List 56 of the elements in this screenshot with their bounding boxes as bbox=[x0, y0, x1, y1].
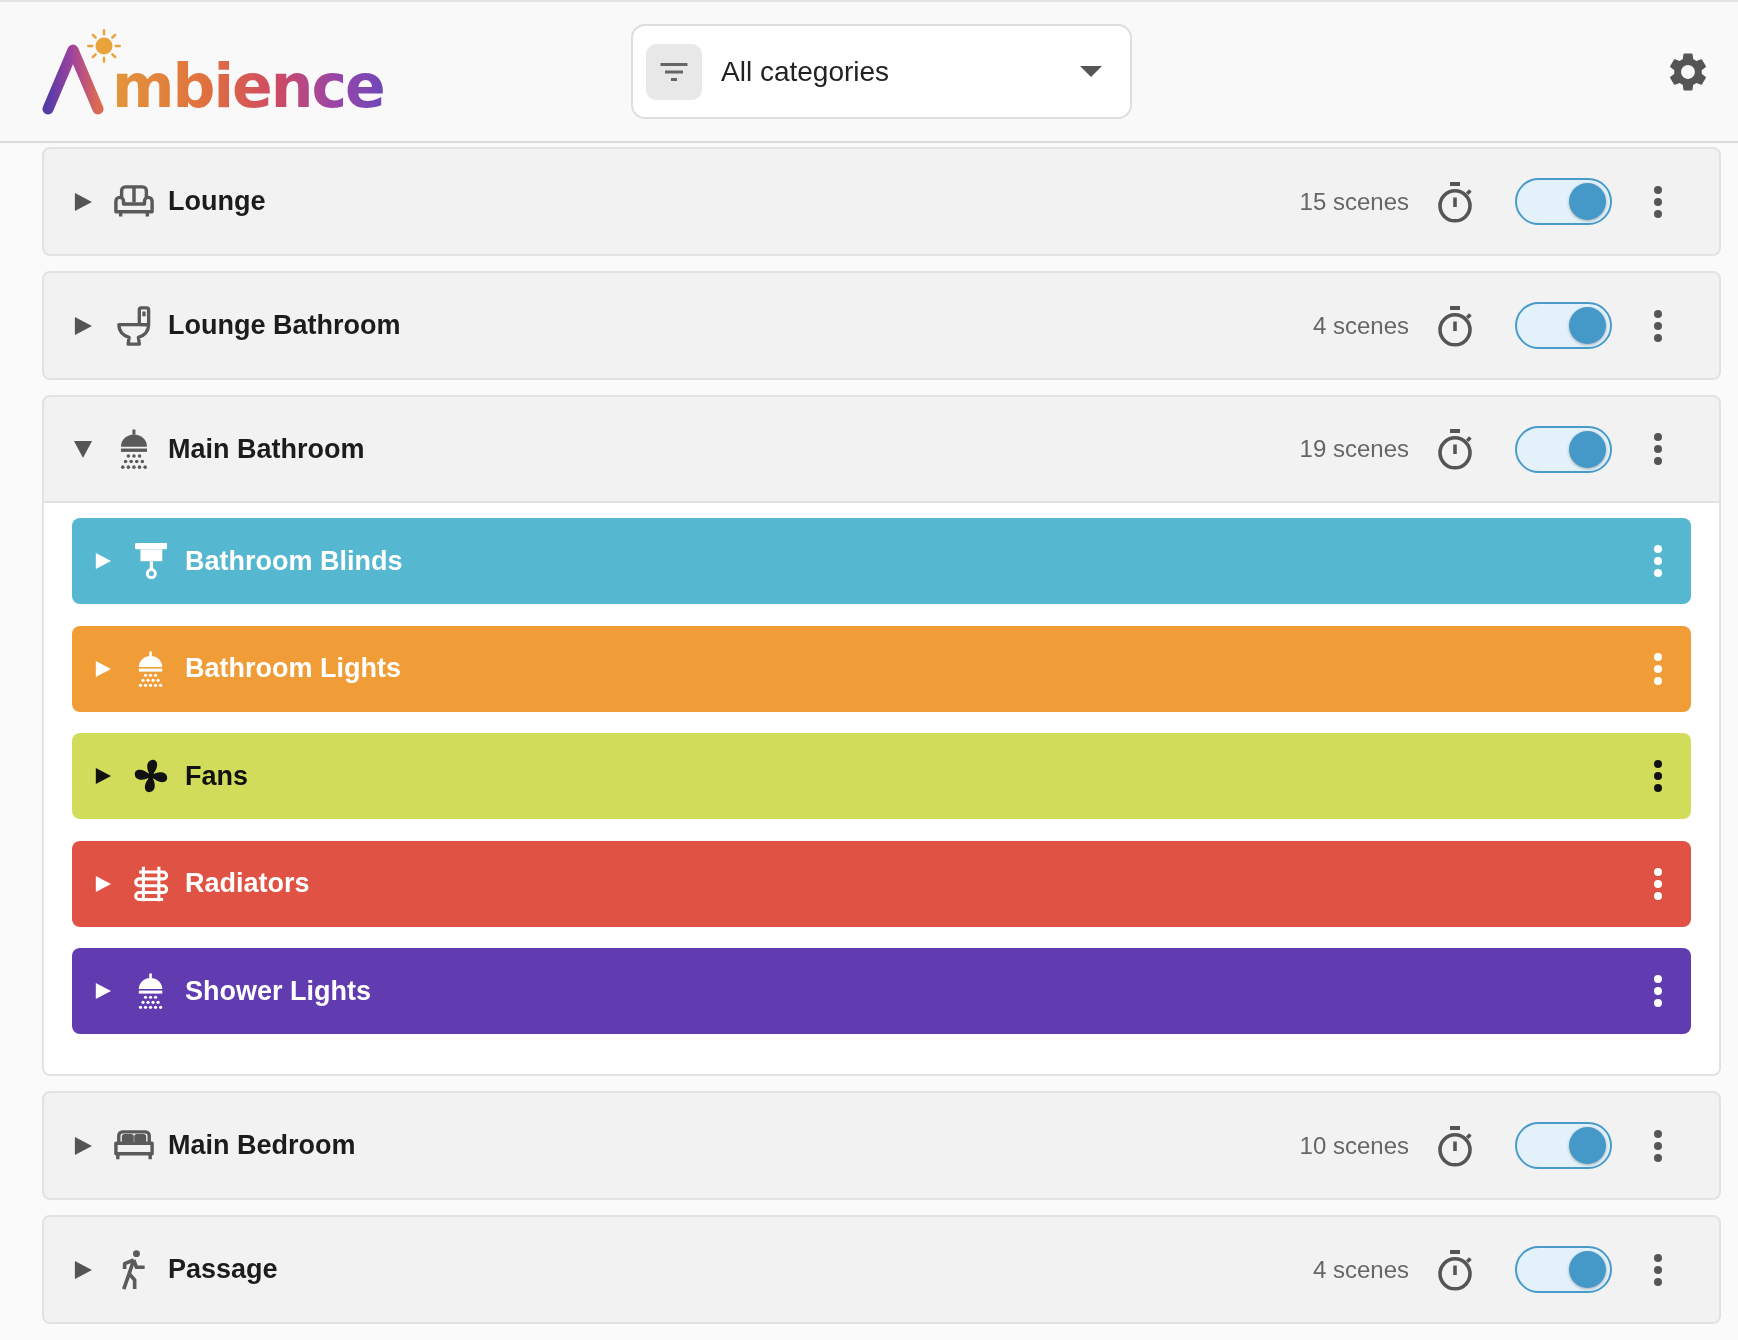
shower-icon bbox=[138, 973, 164, 1009]
caret-icon[interactable] bbox=[74, 1136, 92, 1155]
group-name: Radiators bbox=[185, 868, 310, 899]
bed-icon bbox=[114, 1130, 154, 1161]
more-options-icon[interactable] bbox=[1653, 974, 1663, 1008]
more-options-icon[interactable] bbox=[1653, 184, 1663, 219]
power-switch[interactable] bbox=[1515, 178, 1612, 225]
room-name: Main Bathroom bbox=[168, 433, 365, 465]
timer-icon[interactable] bbox=[1438, 304, 1474, 347]
filter-icon bbox=[646, 43, 702, 100]
room-name: Lounge bbox=[168, 186, 266, 217]
more-options-icon[interactable] bbox=[1653, 432, 1663, 466]
radiator-icon bbox=[133, 865, 169, 902]
room-name: Lounge Bathroom bbox=[168, 310, 401, 341]
more-options-icon[interactable] bbox=[1653, 1252, 1663, 1287]
sofa-icon bbox=[114, 184, 154, 219]
more-options-icon[interactable] bbox=[1653, 759, 1663, 793]
category-filter-dropdown[interactable]: All categories bbox=[631, 24, 1132, 119]
power-switch[interactable] bbox=[1515, 1246, 1612, 1293]
caret-icon[interactable] bbox=[95, 983, 111, 999]
fan-icon bbox=[133, 758, 169, 794]
scene-count: 19 scenes bbox=[1299, 435, 1409, 463]
room-name: Passage bbox=[168, 1254, 278, 1285]
room-name: Main Bedroom bbox=[168, 1130, 356, 1161]
scene-count: 4 scenes bbox=[1312, 1255, 1409, 1284]
timer-icon[interactable] bbox=[1438, 1248, 1474, 1291]
scene-count: 4 scenes bbox=[1312, 311, 1409, 340]
roller-blind-icon bbox=[134, 543, 168, 579]
device-group-row[interactable]: Shower Lights bbox=[72, 948, 1691, 1034]
toilet-icon bbox=[117, 305, 151, 346]
caret-icon[interactable] bbox=[95, 768, 111, 784]
timer-icon[interactable] bbox=[1438, 180, 1474, 223]
caret-icon[interactable] bbox=[74, 316, 92, 335]
power-switch[interactable] bbox=[1515, 302, 1612, 349]
group-name: Shower Lights bbox=[185, 975, 371, 1007]
sun-logo-icon bbox=[87, 28, 121, 63]
power-switch[interactable] bbox=[1515, 425, 1612, 473]
caret-icon[interactable] bbox=[74, 192, 92, 211]
timer-icon[interactable] bbox=[1438, 428, 1474, 470]
scene-count: 10 scenes bbox=[1299, 1131, 1409, 1160]
scene-count: 15 scenes bbox=[1299, 187, 1409, 216]
walking-person-icon bbox=[121, 1249, 147, 1290]
shower-icon bbox=[138, 650, 164, 687]
power-switch[interactable] bbox=[1515, 1122, 1612, 1169]
dropdown-caret-icon bbox=[1080, 66, 1102, 77]
group-name: Bathroom Lights bbox=[185, 653, 401, 684]
caret-icon[interactable] bbox=[74, 440, 92, 458]
timer-icon[interactable] bbox=[1438, 1124, 1474, 1167]
lambda-logo-icon bbox=[42, 42, 104, 115]
group-name: Fans bbox=[185, 760, 249, 792]
group-name: Bathroom Blinds bbox=[185, 545, 403, 577]
more-options-icon[interactable] bbox=[1653, 1128, 1663, 1163]
caret-icon[interactable] bbox=[74, 1260, 92, 1279]
more-options-icon[interactable] bbox=[1653, 308, 1663, 343]
shower-icon bbox=[120, 429, 148, 469]
device-group-row[interactable]: Fans bbox=[72, 733, 1691, 819]
